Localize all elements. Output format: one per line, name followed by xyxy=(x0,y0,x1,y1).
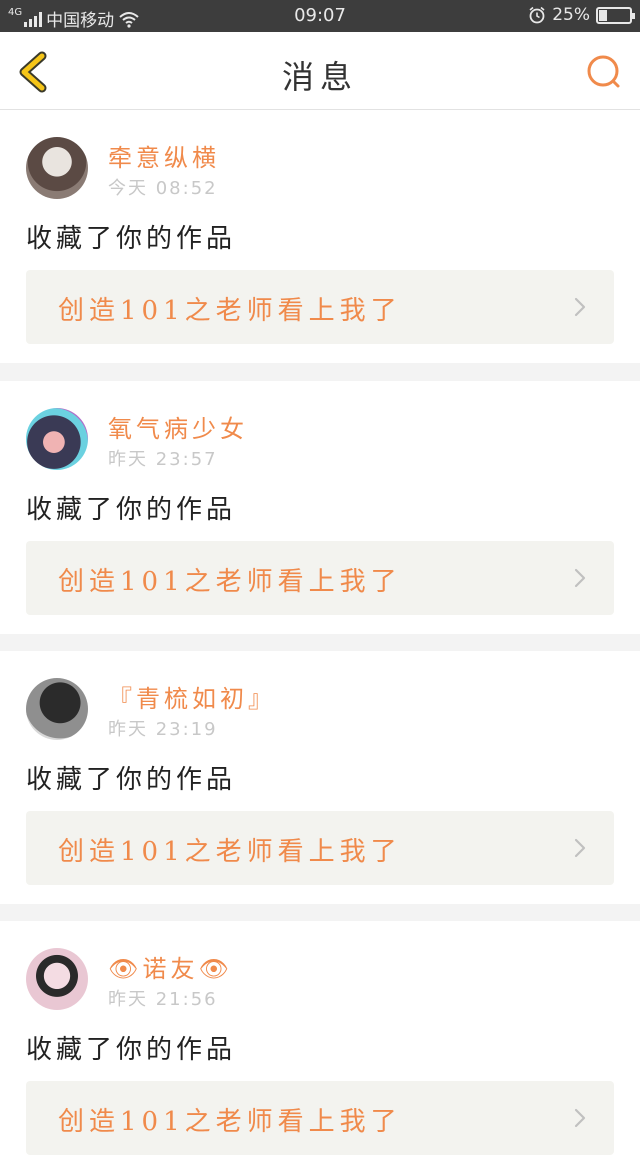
avatar[interactable] xyxy=(26,408,88,470)
battery-fill xyxy=(599,9,607,21)
work-link[interactable]: 创造101之老师看上我了 xyxy=(26,270,614,344)
battery-icon xyxy=(596,6,635,24)
message-time: 今天 08:52 xyxy=(108,178,218,199)
username[interactable]: 牵意纵横 xyxy=(108,138,220,173)
status-right: 25% xyxy=(528,5,635,25)
message-time: 昨天 23:57 xyxy=(108,449,218,470)
chevron-right-icon xyxy=(574,297,586,317)
message-card: 牵意纵横 今天 08:52 收藏了你的作品 创造101之老师看上我了 xyxy=(0,110,640,363)
chevron-right-icon xyxy=(574,1108,586,1128)
chevron-right-icon xyxy=(574,838,586,858)
work-title: 创造101之老师看上我了 xyxy=(58,296,402,326)
search-icon[interactable] xyxy=(584,52,624,92)
chevron-right-icon xyxy=(574,568,586,588)
work-link[interactable]: 创造101之老师看上我了 xyxy=(26,1081,614,1155)
message-action: 收藏了你的作品 xyxy=(26,1035,237,1065)
message-time: 昨天 21:56 xyxy=(108,989,218,1010)
work-title: 创造101之老师看上我了 xyxy=(58,567,402,597)
message-action: 收藏了你的作品 xyxy=(26,224,237,254)
message-action: 收藏了你的作品 xyxy=(26,765,237,795)
message-card: 『青梳如初』 昨天 23:19 收藏了你的作品 创造101之老师看上我了 xyxy=(0,651,640,904)
alarm-icon xyxy=(529,6,545,24)
username[interactable]: 氧气病少女 xyxy=(108,409,248,444)
work-link[interactable]: 创造101之老师看上我了 xyxy=(26,811,614,885)
page-title: 消息 xyxy=(281,58,358,96)
message-time: 昨天 23:19 xyxy=(108,719,218,740)
message-card: 👁诺友👁 昨天 21:56 收藏了你的作品 创造101之老师看上我了 xyxy=(0,921,640,1174)
avatar[interactable] xyxy=(26,678,88,740)
username[interactable]: 『青梳如初』 xyxy=(108,679,276,714)
battery-percent: 25% xyxy=(552,5,590,25)
username[interactable]: 👁诺友👁 xyxy=(108,949,233,984)
message-action: 收藏了你的作品 xyxy=(26,495,237,525)
message-card: 氧气病少女 昨天 23:57 收藏了你的作品 创造101之老师看上我了 xyxy=(0,381,640,634)
avatar[interactable] xyxy=(26,137,88,199)
work-title: 创造101之老师看上我了 xyxy=(58,1107,402,1137)
work-link[interactable]: 创造101之老师看上我了 xyxy=(26,541,614,615)
nav-bar: 消息 xyxy=(0,32,640,110)
status-bar: 4G 中国移动 09:07 25% xyxy=(0,0,640,32)
work-title: 创造101之老师看上我了 xyxy=(58,837,402,867)
avatar[interactable] xyxy=(26,948,88,1010)
